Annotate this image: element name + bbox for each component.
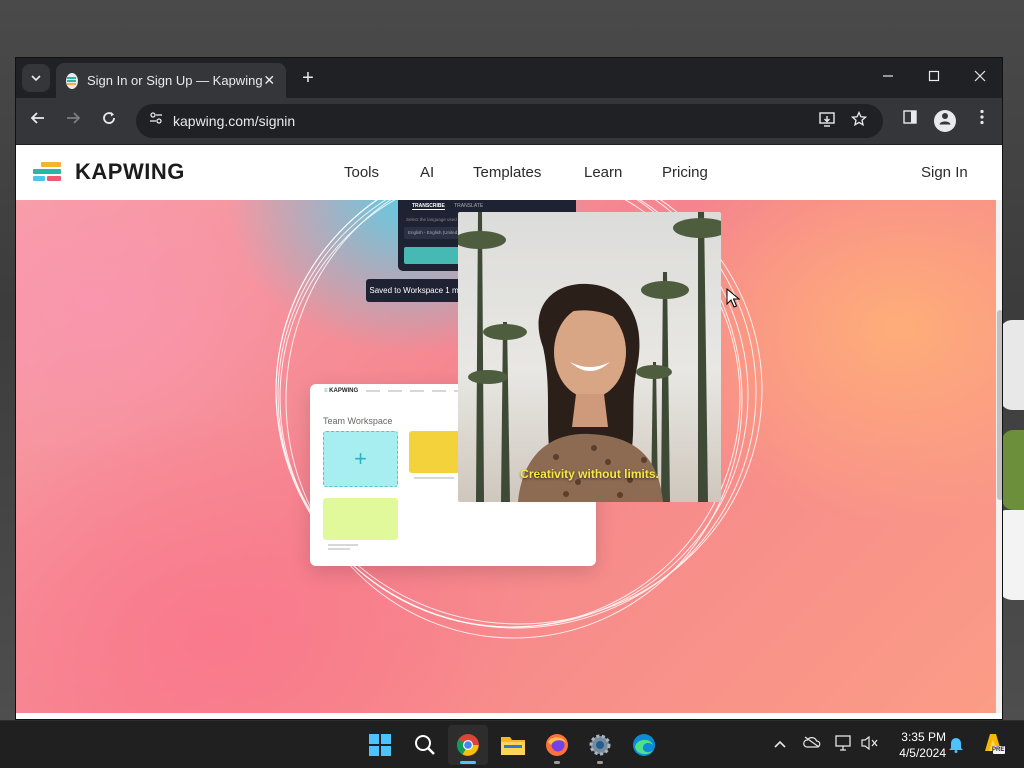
install-app-icon[interactable] bbox=[817, 111, 837, 131]
gear-icon bbox=[589, 734, 611, 756]
project-tile-caption bbox=[414, 477, 454, 479]
active-indicator bbox=[460, 761, 476, 764]
search-icon bbox=[415, 735, 435, 755]
sign-in-link[interactable]: Sign In bbox=[921, 164, 968, 181]
close-window-button[interactable] bbox=[966, 66, 994, 88]
nav-tools[interactable]: Tools bbox=[344, 164, 379, 181]
kapwing-logo-icon bbox=[33, 162, 61, 182]
maximize-button[interactable] bbox=[920, 66, 948, 88]
site-info-icon[interactable] bbox=[146, 111, 166, 131]
profile-avatar-icon[interactable] bbox=[934, 110, 956, 132]
minimize-icon bbox=[883, 75, 893, 77]
network-icon[interactable] bbox=[834, 735, 854, 754]
bookmark-star-icon[interactable] bbox=[849, 110, 869, 131]
workspace-title: Team Workspace bbox=[323, 416, 393, 426]
panel-tab-transcribe: TRANSCRIBE bbox=[412, 203, 445, 210]
panel-tabs: TRANSCRIBE TRANSLATE bbox=[412, 203, 484, 210]
chevron-down-icon bbox=[31, 75, 41, 81]
project-tile-caption bbox=[328, 548, 350, 550]
onedrive-icon[interactable] bbox=[802, 735, 822, 751]
taskbar-search-button[interactable] bbox=[405, 725, 445, 765]
photo-caption: Creativity without limits. bbox=[520, 467, 659, 481]
notification-bell-icon[interactable] bbox=[946, 735, 966, 756]
kebab-menu-icon bbox=[980, 109, 984, 125]
address-bar[interactable]: kapwing.com/signin bbox=[136, 104, 883, 138]
tab-kapwing-signin[interactable]: Sign In or Sign Up — Kapwing ✕ bbox=[56, 63, 286, 98]
mouse-cursor-icon bbox=[726, 288, 740, 308]
nav-pricing[interactable]: Pricing bbox=[662, 164, 708, 181]
forward-button[interactable] bbox=[60, 108, 86, 134]
tab-close-icon[interactable]: ✕ bbox=[263, 72, 276, 89]
taskbar-file-explorer[interactable] bbox=[493, 725, 533, 765]
tab-strip: Sign In or Sign Up — Kapwing ✕ + bbox=[16, 58, 1002, 98]
chrome-icon bbox=[457, 734, 479, 756]
hero-photo-illustration bbox=[458, 212, 721, 502]
close-icon bbox=[974, 70, 986, 82]
running-indicator bbox=[597, 761, 603, 764]
volume-muted-icon[interactable] bbox=[860, 735, 880, 754]
site-header: KAPWING Tools AI Templates Learn Pricing… bbox=[16, 145, 1002, 200]
minimize-button[interactable] bbox=[874, 66, 902, 88]
clock[interactable]: 3:35 PM 4/5/2024 bbox=[886, 729, 946, 761]
browser-window: Sign In or Sign Up — Kapwing ✕ + kapwing… bbox=[15, 57, 1003, 720]
side-panel-icon bbox=[903, 110, 917, 124]
scrollbar-thumb[interactable] bbox=[997, 310, 1002, 500]
project-tile bbox=[323, 498, 398, 540]
back-button[interactable] bbox=[25, 108, 51, 134]
kapwing-favicon-icon bbox=[66, 72, 78, 89]
url-text[interactable]: kapwing.com/signin bbox=[173, 113, 295, 129]
tab-search-button[interactable] bbox=[22, 64, 50, 92]
side-panel-button[interactable] bbox=[897, 108, 923, 134]
taskbar-settings[interactable] bbox=[580, 725, 620, 765]
plant-shape bbox=[1002, 430, 1024, 510]
preview-badge: PRE bbox=[992, 747, 1005, 753]
start-button[interactable] bbox=[360, 725, 400, 765]
hero-banner: TRANSCRIBE TRANSLATE Select the language… bbox=[16, 200, 996, 713]
maximize-icon bbox=[928, 70, 940, 82]
workspace-nav-line bbox=[366, 390, 380, 392]
page-scrollbar[interactable] bbox=[996, 200, 1002, 713]
hero-photo: Creativity without limits. bbox=[458, 212, 721, 502]
nav-learn[interactable]: Learn bbox=[584, 164, 622, 181]
tab-title: Sign In or Sign Up — Kapwing bbox=[86, 73, 263, 88]
copilot-preview-button[interactable]: PRE bbox=[980, 731, 1006, 758]
clock-time: 3:35 PM bbox=[901, 730, 946, 744]
chevron-up-icon bbox=[774, 740, 786, 748]
workspace-nav-line bbox=[410, 390, 424, 392]
show-hidden-icons-button[interactable] bbox=[770, 735, 790, 751]
forward-arrow-icon bbox=[67, 112, 81, 124]
back-arrow-icon bbox=[30, 112, 44, 124]
taskbar-firefox[interactable] bbox=[537, 725, 577, 765]
nav-ai[interactable]: AI bbox=[420, 164, 434, 181]
firefox-icon bbox=[546, 734, 568, 756]
workspace-nav-line bbox=[388, 390, 402, 392]
browser-toolbar: kapwing.com/signin bbox=[16, 98, 1002, 144]
add-project-tile: + bbox=[323, 431, 398, 487]
page-bottom-strip bbox=[16, 713, 1002, 719]
folder-icon bbox=[501, 737, 525, 755]
panel-tab-translate: TRANSLATE bbox=[454, 203, 484, 209]
windows-logo-icon bbox=[369, 734, 391, 756]
reload-icon bbox=[103, 112, 115, 124]
taskbar-chrome[interactable] bbox=[448, 725, 488, 765]
edge-icon bbox=[633, 734, 655, 756]
running-indicator bbox=[554, 761, 560, 764]
reload-button[interactable] bbox=[96, 108, 122, 134]
workspace-nav-line bbox=[432, 390, 446, 392]
clock-date: 4/5/2024 bbox=[899, 746, 946, 760]
web-page: KAPWING Tools AI Templates Learn Pricing… bbox=[16, 145, 1002, 719]
windows-taskbar: 3:35 PM 4/5/2024 PRE bbox=[0, 720, 1024, 768]
kapwing-logo[interactable]: KAPWING bbox=[33, 159, 185, 185]
logo-wordmark: KAPWING bbox=[75, 159, 185, 184]
workspace-logo-text: KAPWING bbox=[329, 388, 359, 394]
project-tile-caption bbox=[328, 544, 358, 546]
workspace-logo: ≡ KAPWING bbox=[324, 388, 359, 394]
cup-shape bbox=[1000, 320, 1024, 410]
browser-menu-button[interactable] bbox=[969, 108, 995, 134]
nav-templates[interactable]: Templates bbox=[473, 164, 541, 181]
taskbar-edge[interactable] bbox=[624, 725, 664, 765]
new-tab-button[interactable]: + bbox=[297, 67, 319, 89]
